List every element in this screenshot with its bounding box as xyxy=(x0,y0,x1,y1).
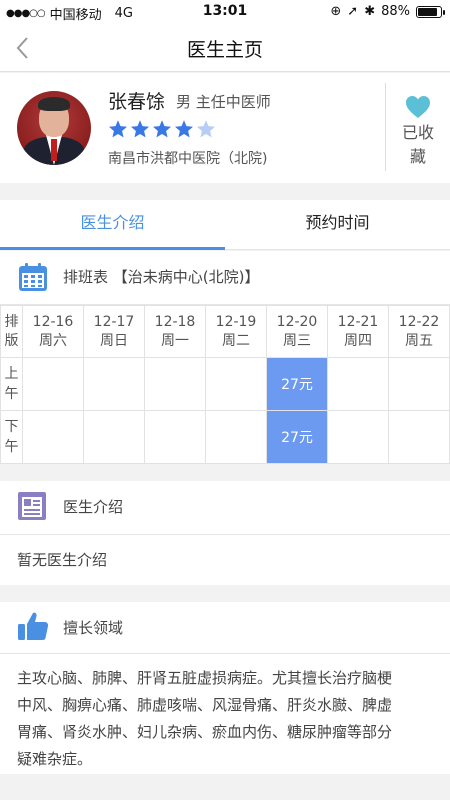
schedule-header-row: 排版 12-16 周六 12-17 周日 12-18 周一 12-19 周二 12-20… xyxy=(0,305,450,358)
tab-bar: 医生介绍 预约时间 xyxy=(0,200,450,250)
available-slot-button[interactable]: 27元 xyxy=(266,410,328,464)
schedule-day-header: 12-21 周四 xyxy=(327,305,389,358)
calendar-icon xyxy=(19,263,47,291)
star-filled-icon xyxy=(131,120,149,138)
doctor-card: 张春馀 男 主任中医师 南昌市洪都中医院（北院) 已收藏 xyxy=(0,73,450,183)
schedule-section: 排班表 【治未病中心(北院)】 排版 12-16 周六 12-17 周日 12-18… xyxy=(0,251,450,464)
star-filled-icon xyxy=(153,120,171,138)
schedule-cell xyxy=(83,357,145,411)
page-title: 医生主页 xyxy=(186,39,263,61)
schedule-cell xyxy=(22,410,84,464)
available-slot-button[interactable]: 27元 xyxy=(266,357,328,411)
specialty-line: 疑难杂症。 xyxy=(17,750,93,768)
schedule-cell xyxy=(83,410,145,464)
location-icon: ➚ xyxy=(347,4,359,19)
specialty-title: 擅长领域 xyxy=(63,619,124,637)
bluetooth-icon: ✱ xyxy=(364,4,376,19)
schedule-day-header: 12-20 周三 xyxy=(266,305,328,358)
schedule-day-header: 12-16 周六 xyxy=(22,305,84,358)
schedule-cell xyxy=(22,357,84,411)
intro-title: 医生介绍 xyxy=(63,498,124,516)
doctor-name: 张春馀 xyxy=(108,91,166,113)
star-filled-icon xyxy=(175,120,193,138)
avatar xyxy=(17,91,91,165)
doctor-gender-title: 男 主任中医师 xyxy=(176,93,271,111)
thumbs-up-icon xyxy=(18,612,49,640)
row-label-morning: 上午 xyxy=(0,357,23,411)
lock-rotation-icon: ⊕ xyxy=(330,4,342,19)
schedule-cell xyxy=(205,357,267,411)
schedule-header: 排班表 【治未病中心(北院)】 xyxy=(0,251,450,305)
nav-bar: 医生主页 xyxy=(0,24,450,72)
schedule-cell xyxy=(327,410,389,464)
specialty-header: 擅长领域 xyxy=(0,602,450,654)
schedule-day-header: 12-18 周一 xyxy=(144,305,206,358)
schedule-row-afternoon: 下午 27元 xyxy=(0,410,450,464)
schedule-day-header: 12-19 周二 xyxy=(205,305,267,358)
star-filled-icon xyxy=(109,120,127,138)
schedule-cell xyxy=(144,410,206,464)
schedule-title: 排班表 【治未病中心(北院)】 xyxy=(63,268,260,286)
schedule-table: 排版 12-16 周六 12-17 周日 12-18 周一 12-19 周二 12-20… xyxy=(0,305,450,464)
schedule-row-morning: 上午 27元 xyxy=(0,357,450,411)
schedule-cell xyxy=(144,357,206,411)
star-empty-icon xyxy=(197,120,215,138)
doctor-hospital: 南昌市洪都中医院（北院) xyxy=(108,151,268,167)
intro-header: 医生介绍 xyxy=(0,481,450,535)
status-bar: ●●●○○ 中国移动 4G 13:01 ⊕ ➚ ✱ 88% xyxy=(0,0,450,24)
intro-text: 暂无医生介绍 xyxy=(17,551,108,569)
specialty-line: 主攻心脑、肺脾、肝肾五脏虚损病症。尤其擅长治疗脑梗 xyxy=(17,669,393,687)
intro-section: 医生介绍 暂无医生介绍 xyxy=(0,481,450,585)
schedule-cell xyxy=(388,357,450,411)
specialty-section: 擅长领域 主攻心脑、肺脾、肝肾五脏虚损病症。尤其擅长治疗脑梗 中风、胸痹心痛、肺… xyxy=(0,602,450,774)
specialty-text: 主攻心脑、肺脾、肝肾五脏虚损病症。尤其擅长治疗脑梗 中风、胸痹心痛、肺虚咳喘、风… xyxy=(0,654,450,783)
schedule-corner-label: 排版 xyxy=(0,305,23,358)
tab-doctor-intro[interactable]: 医生介绍 xyxy=(0,200,225,250)
schedule-cell xyxy=(205,410,267,464)
heart-icon xyxy=(406,96,430,118)
schedule-day-header: 12-22 周五 xyxy=(388,305,450,358)
specialty-line: 中风、胸痹心痛、肺虚咳喘、风湿骨痛、肝炎水臌、脾虚 xyxy=(17,696,393,714)
document-icon xyxy=(18,492,46,520)
battery-icon xyxy=(416,5,445,18)
favorite-label: 已收藏 xyxy=(401,123,434,166)
schedule-day-header: 12-17 周日 xyxy=(83,305,145,358)
tab-appointment-time[interactable]: 预约时间 xyxy=(225,200,450,249)
favorite-button[interactable]: 已收藏 xyxy=(385,83,450,171)
specialty-line: 胃痛、肾炎水肿、妇儿杂病、瘀血内伤、糖尿肿瘤等部分 xyxy=(17,723,393,741)
rating-stars xyxy=(108,119,216,139)
row-label-afternoon: 下午 xyxy=(0,410,23,464)
schedule-cell xyxy=(388,410,450,464)
schedule-cell xyxy=(327,357,389,411)
battery-percent: 88% xyxy=(381,4,410,19)
